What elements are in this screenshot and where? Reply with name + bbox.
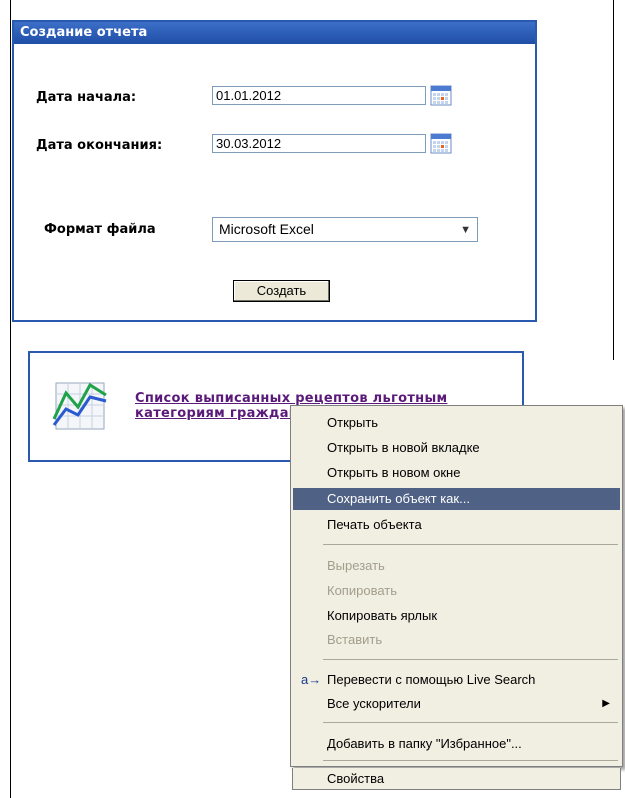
- menu-item-save-target-as[interactable]: Сохранить объект как...: [293, 488, 620, 510]
- menu-item-add-to-favorites[interactable]: Добавить в папку "Избранное"...: [293, 733, 620, 755]
- start-date-label: Дата начала:: [36, 90, 137, 105]
- menu-item-paste[interactable]: Вставить: [293, 629, 620, 651]
- file-format-label: Формат файла: [44, 222, 156, 237]
- create-button[interactable]: Создать: [233, 280, 330, 302]
- report-form-title: Создание отчета: [14, 22, 535, 44]
- menu-item-cut[interactable]: Вырезать: [293, 555, 620, 577]
- menu-item-accelerators-label: Все ускорители: [327, 696, 421, 711]
- chevron-down-icon[interactable]: ▼: [460, 219, 471, 242]
- menu-separator: [323, 722, 618, 723]
- translate-icon: a→: [301, 672, 322, 687]
- menu-item-open[interactable]: Открыть: [293, 412, 620, 434]
- calendar-icon[interactable]: [430, 84, 452, 106]
- menu-separator: [323, 659, 618, 660]
- calendar-icon[interactable]: [430, 132, 452, 154]
- end-date-label: Дата окончания:: [36, 138, 163, 153]
- page-border-left: [10, 0, 11, 798]
- end-date-input[interactable]: 30.03.2012: [212, 134, 426, 153]
- menu-item-copy[interactable]: Копировать: [293, 580, 620, 602]
- menu-separator: [323, 760, 618, 761]
- submenu-arrow-icon: ▶: [602, 698, 610, 709]
- report-form-panel: Создание отчета Дата начала: 01.01.2012 …: [12, 20, 537, 322]
- menu-item-copy-shortcut[interactable]: Копировать ярлык: [293, 605, 620, 627]
- menu-item-translate-live-search[interactable]: a→ Перевести с помощью Live Search: [293, 669, 620, 691]
- menu-item-open-new-tab[interactable]: Открыть в новой вкладке: [293, 437, 620, 459]
- menu-item-print-target[interactable]: Печать объекта: [293, 514, 620, 536]
- menu-item-translate-label: Перевести с помощью Live Search: [327, 672, 536, 687]
- line-chart-icon: [52, 382, 107, 430]
- start-date-input[interactable]: 01.01.2012: [212, 86, 426, 105]
- menu-item-properties[interactable]: Свойства: [292, 768, 621, 790]
- page-border-right: [613, 0, 614, 360]
- file-format-select[interactable]: Microsoft Excel ▼: [212, 217, 478, 242]
- menu-separator: [323, 544, 618, 545]
- menu-item-all-accelerators[interactable]: Все ускорители ▶: [293, 693, 620, 715]
- menu-item-open-new-window[interactable]: Открыть в новом окне: [293, 462, 620, 484]
- context-menu: Открыть Открыть в новой вкладке Открыть …: [290, 405, 623, 767]
- file-format-value: Microsoft Excel: [219, 221, 314, 237]
